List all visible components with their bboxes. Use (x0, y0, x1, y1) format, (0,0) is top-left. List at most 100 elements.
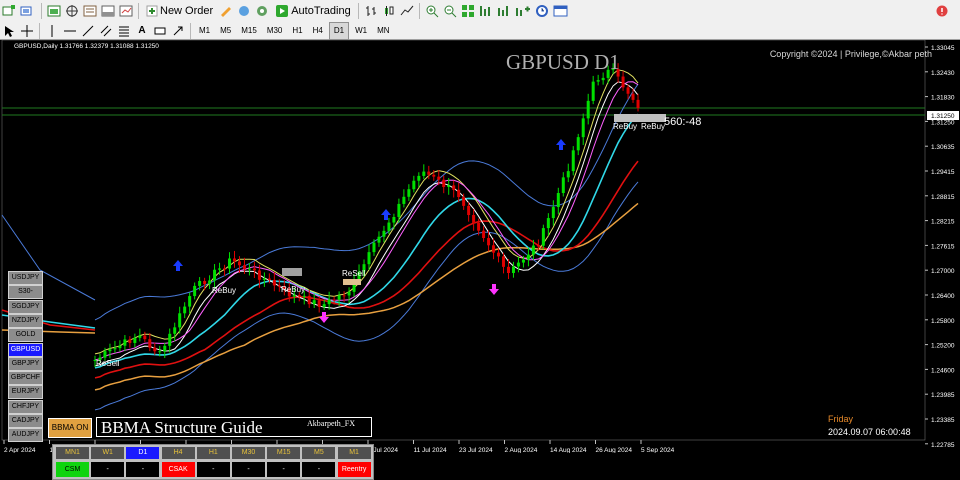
timeframe-mn[interactable]: MN (373, 22, 393, 40)
navigator-icon[interactable] (64, 2, 80, 20)
bar-chart-icon[interactable] (363, 2, 379, 20)
candle-body (387, 222, 391, 231)
candle-body (626, 87, 630, 94)
price-chart[interactable]: 1.33045 1.32430 1.31830 1.31250 1.30635 1.294… (0, 40, 960, 453)
signals-icon[interactable] (236, 2, 252, 20)
candle-body (108, 349, 112, 352)
candle-body (203, 280, 207, 285)
candle-body (566, 171, 570, 178)
bbma-on-button[interactable]: BBMA ON (48, 418, 92, 438)
autoscroll-icon[interactable] (496, 2, 512, 20)
candle-body (302, 295, 306, 297)
timeframe-h1[interactable]: H1 (288, 22, 306, 40)
candle-body (427, 171, 431, 175)
price-axis-label: 1.31250 (931, 119, 955, 126)
candle-body (297, 294, 301, 297)
chart-shift-icon[interactable] (478, 2, 494, 20)
symbol-button-sgdjpy[interactable]: SGDJPY (8, 299, 43, 314)
symbol-button-gold[interactable]: GOLD (8, 328, 43, 343)
market-watch-icon[interactable] (46, 2, 62, 20)
symbol-button-eurjpy[interactable]: EURJPY (8, 385, 43, 400)
indicators-icon[interactable] (514, 2, 532, 20)
toolbar-separator (41, 3, 42, 19)
tf-header-h1: H1 (196, 447, 230, 459)
candle-body (407, 189, 411, 197)
periods-icon[interactable] (534, 2, 550, 20)
symbol-button-audjpy[interactable]: AUDJPY (8, 428, 43, 443)
timeframe-m5[interactable]: M5 (216, 22, 235, 40)
timeframe-m30[interactable]: M30 (263, 22, 287, 40)
candlestick-icon[interactable] (381, 2, 397, 20)
horizontal-line-icon[interactable] (62, 22, 78, 40)
symbol-button-gbpjpy[interactable]: GBPJPY (8, 356, 43, 371)
profiles-icon[interactable] (19, 2, 37, 20)
timeframe-m1[interactable]: M1 (195, 22, 214, 40)
timeframe-h4[interactable]: H4 (309, 22, 327, 40)
candle-body (601, 77, 605, 81)
tile-windows-icon[interactable] (460, 2, 476, 20)
vertical-line-icon[interactable] (44, 22, 60, 40)
channel-icon[interactable] (98, 22, 114, 40)
new-order-icon (146, 5, 158, 17)
fibonacci-icon[interactable] (116, 22, 132, 40)
symbol-button-nzdjpy[interactable]: NZDJPY (8, 313, 43, 328)
tf-status-m5: - (302, 462, 336, 477)
strategy-tester-icon[interactable] (118, 2, 134, 20)
metaeditor-icon[interactable] (218, 2, 234, 20)
timeframe-m15[interactable]: M15 (237, 22, 261, 40)
symbol-button-chfjpy[interactable]: CHFJPY (8, 399, 43, 414)
day-label: Friday (828, 414, 854, 424)
price-axis-label: 1.23985 (931, 392, 955, 399)
tf-header-mn1: MN1 (56, 447, 89, 459)
autotrading-button[interactable]: AutoTrading (272, 2, 354, 20)
symbol-button-s30-sep24[interactable]: S30-SEP24 (8, 285, 43, 307)
arrows-icon[interactable] (170, 22, 186, 40)
cursor-icon[interactable] (1, 22, 17, 40)
candle-body (457, 189, 461, 198)
rebuy-label: ReBuy (613, 122, 638, 131)
rebuy-box (614, 114, 666, 122)
zoom-in-icon[interactable] (424, 2, 440, 20)
price-axis-label: 1.30635 (931, 144, 955, 151)
price-axis-label: 1.23385 (931, 417, 955, 424)
candle-body (262, 278, 266, 280)
trendline-icon[interactable] (80, 22, 96, 40)
zoom-out-icon[interactable] (442, 2, 458, 20)
new-order-button[interactable]: New Order (143, 2, 216, 20)
candle-body (128, 339, 132, 343)
ma-yellow (94, 69, 639, 355)
market-icon[interactable] (254, 2, 270, 20)
drawing-timeframe-toolbar: A M1 M5 M15 M30 H1 H4 D1 W1 MN (0, 21, 960, 40)
tf-status-m30: - (232, 462, 265, 477)
timeframe-d1[interactable]: D1 (328, 21, 350, 40)
label-tool-icon[interactable] (152, 22, 168, 40)
chart-window[interactable]: 1.33045 1.32430 1.31830 1.31250 1.30635 1.294… (0, 40, 960, 480)
candle-countdown: 560:-48 (664, 116, 702, 128)
symbol-button-cadjpy[interactable]: CADJPY (8, 414, 43, 428)
price-axis-label: 1.27000 (931, 268, 955, 275)
time-axis-label: 14 Aug 2024 (550, 447, 587, 453)
terminal-icon[interactable] (100, 2, 116, 20)
line-chart-icon[interactable] (399, 2, 415, 20)
templates-icon[interactable] (552, 2, 570, 20)
alerts-icon[interactable] (934, 2, 950, 20)
candle-body (178, 313, 182, 328)
price-axis-label: 1.25200 (931, 343, 955, 350)
tf-status-d1: - (126, 462, 160, 477)
crosshair-icon[interactable] (19, 22, 35, 40)
candle-body (397, 203, 401, 217)
candle-body (412, 180, 416, 190)
new-chart-icon[interactable] (1, 2, 17, 20)
data-window-icon[interactable] (82, 2, 98, 20)
candle-body (636, 99, 640, 108)
candle-body (223, 268, 227, 270)
candle-body (208, 280, 212, 285)
text-tool-icon[interactable]: A (134, 22, 150, 40)
symbol-button-gbpchf[interactable]: GBPCHF (8, 371, 43, 386)
candle-body (521, 259, 525, 263)
timeframe-w1[interactable]: W1 (351, 22, 371, 40)
symbol-button-usdjpy[interactable]: USDJPY (8, 271, 43, 285)
symbol-button-gbpusd[interactable]: GBPUSD (8, 342, 43, 357)
autotrading-label: AutoTrading (291, 5, 351, 17)
tf-status-m1: Reentry (337, 462, 371, 477)
